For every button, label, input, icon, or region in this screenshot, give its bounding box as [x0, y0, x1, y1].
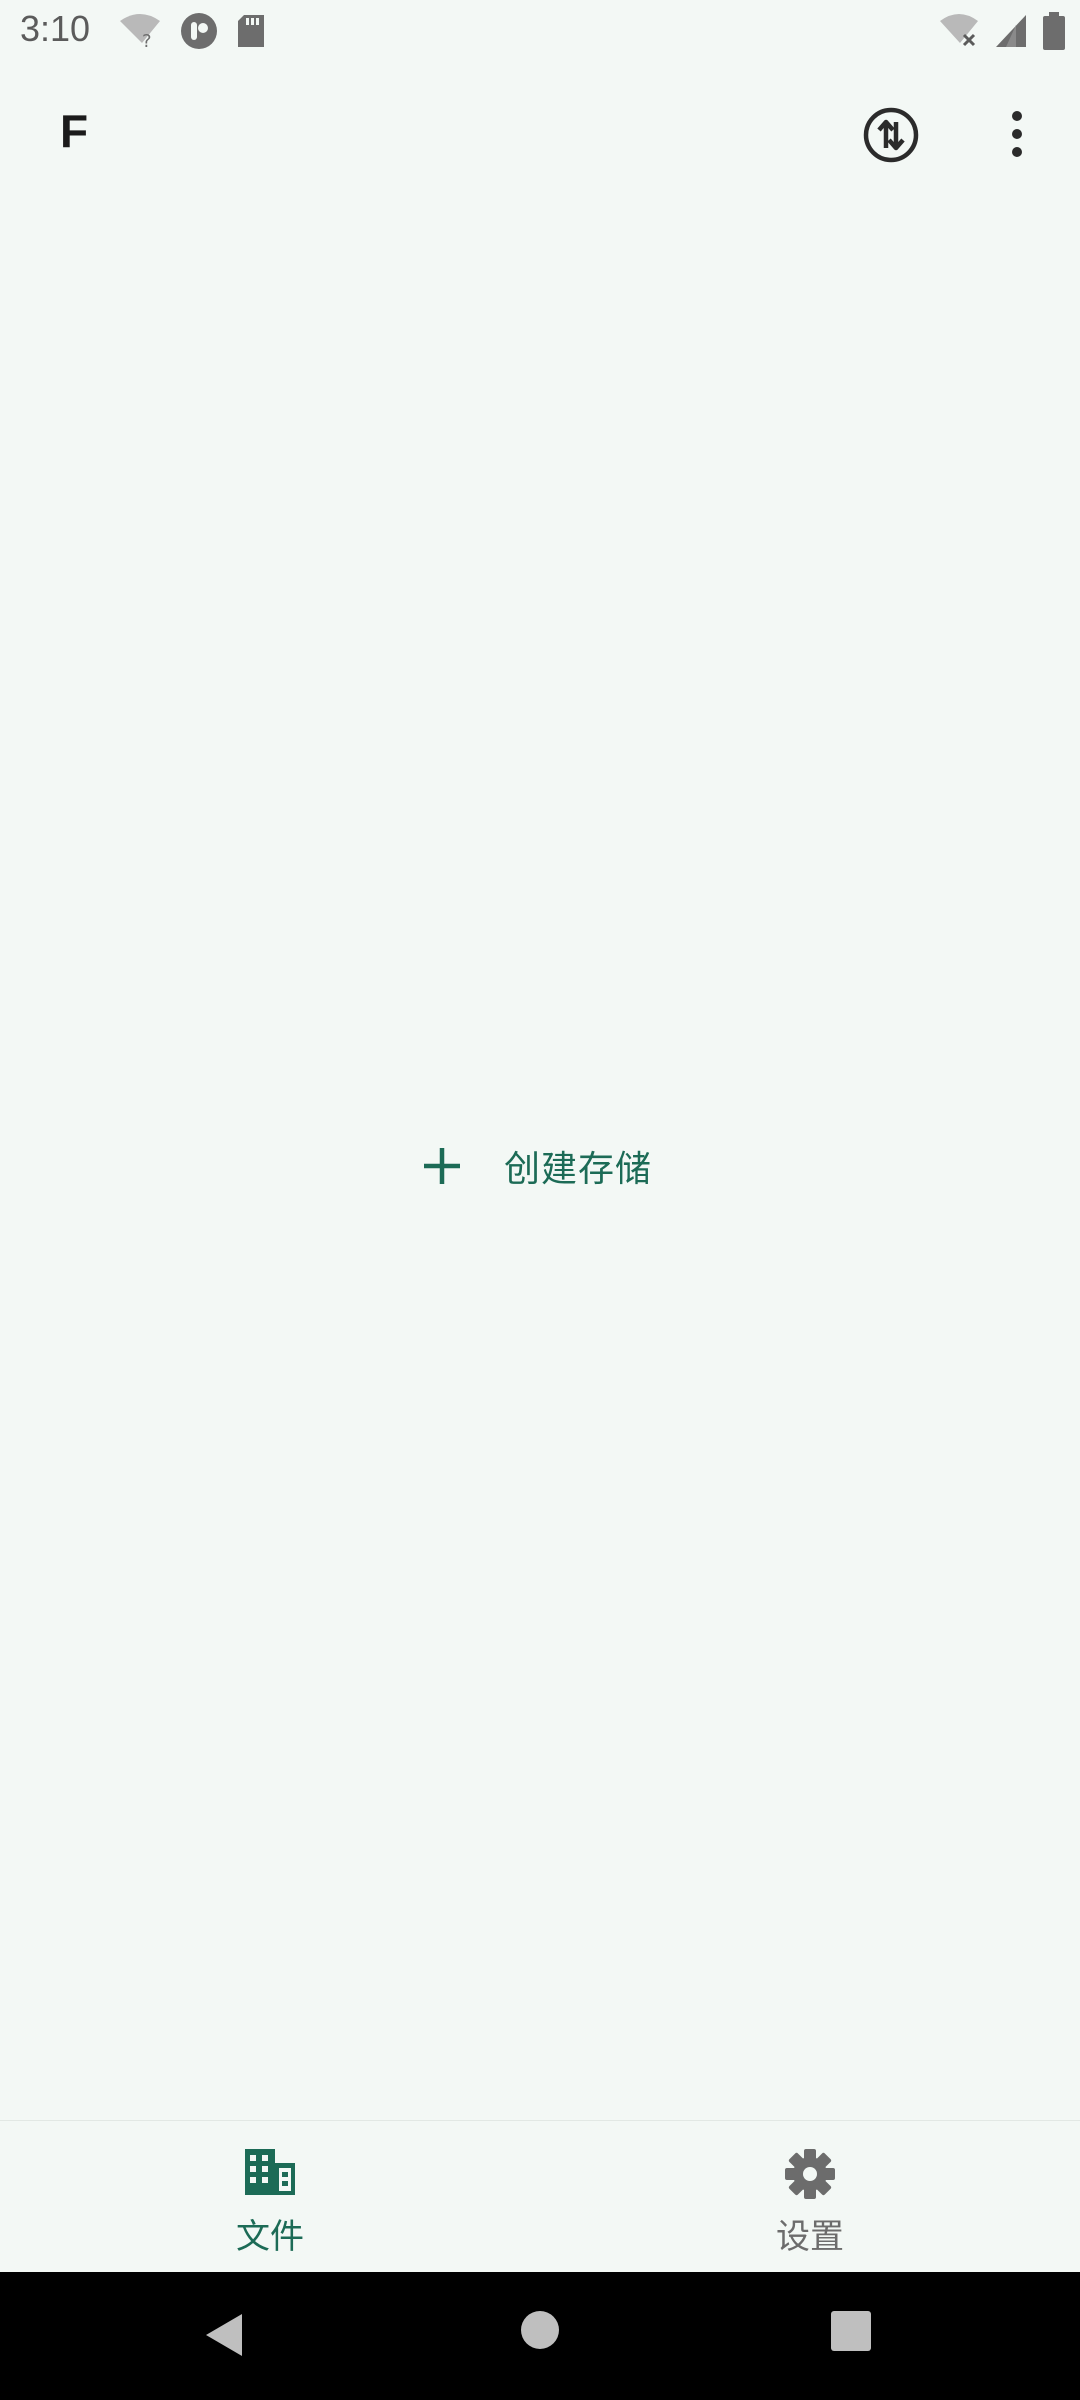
more-vert-icon: [1000, 111, 1034, 164]
system-navigation-bar: [0, 2272, 1080, 2400]
more-options-button[interactable]: [1000, 108, 1034, 160]
bottom-navigation: 文件 设置: [0, 2120, 1080, 2273]
app-bar: F: [0, 96, 1080, 176]
nav-item-files[interactable]: 文件: [0, 2121, 540, 2273]
create-storage-label: 创建存储: [504, 1149, 653, 1190]
wifi-off-icon: [938, 13, 980, 49]
home-icon[interactable]: [520, 2310, 560, 2354]
cellular-signal-icon: [994, 13, 1028, 49]
nav-label-settings: 设置: [776, 2217, 844, 2257]
wifi-unknown-icon: ?: [118, 13, 162, 49]
battery-icon: [1042, 12, 1066, 50]
nav-label-files: 文件: [236, 2217, 304, 2257]
app-title: F: [60, 105, 89, 157]
sd-card-icon: [236, 13, 266, 49]
nav-item-settings[interactable]: 设置: [540, 2121, 1080, 2273]
recent-apps-icon[interactable]: [830, 2310, 872, 2356]
sync-button[interactable]: [862, 106, 920, 164]
status-right-icons: [938, 12, 1066, 50]
status-left-icons: ?: [118, 12, 266, 50]
sync-arrows-icon: [862, 107, 920, 168]
app-notification-icon: [180, 12, 218, 50]
gear-icon: [783, 2147, 837, 2205]
status-time: 3:10: [20, 8, 91, 49]
back-icon[interactable]: [202, 2310, 246, 2364]
svg-text:?: ?: [142, 31, 152, 49]
files-building-icon: [243, 2147, 297, 2201]
create-storage-button[interactable]: 创建存储: [420, 1136, 652, 1196]
status-bar: 3:10 ?: [0, 0, 1080, 64]
plus-icon: [420, 1144, 464, 1188]
